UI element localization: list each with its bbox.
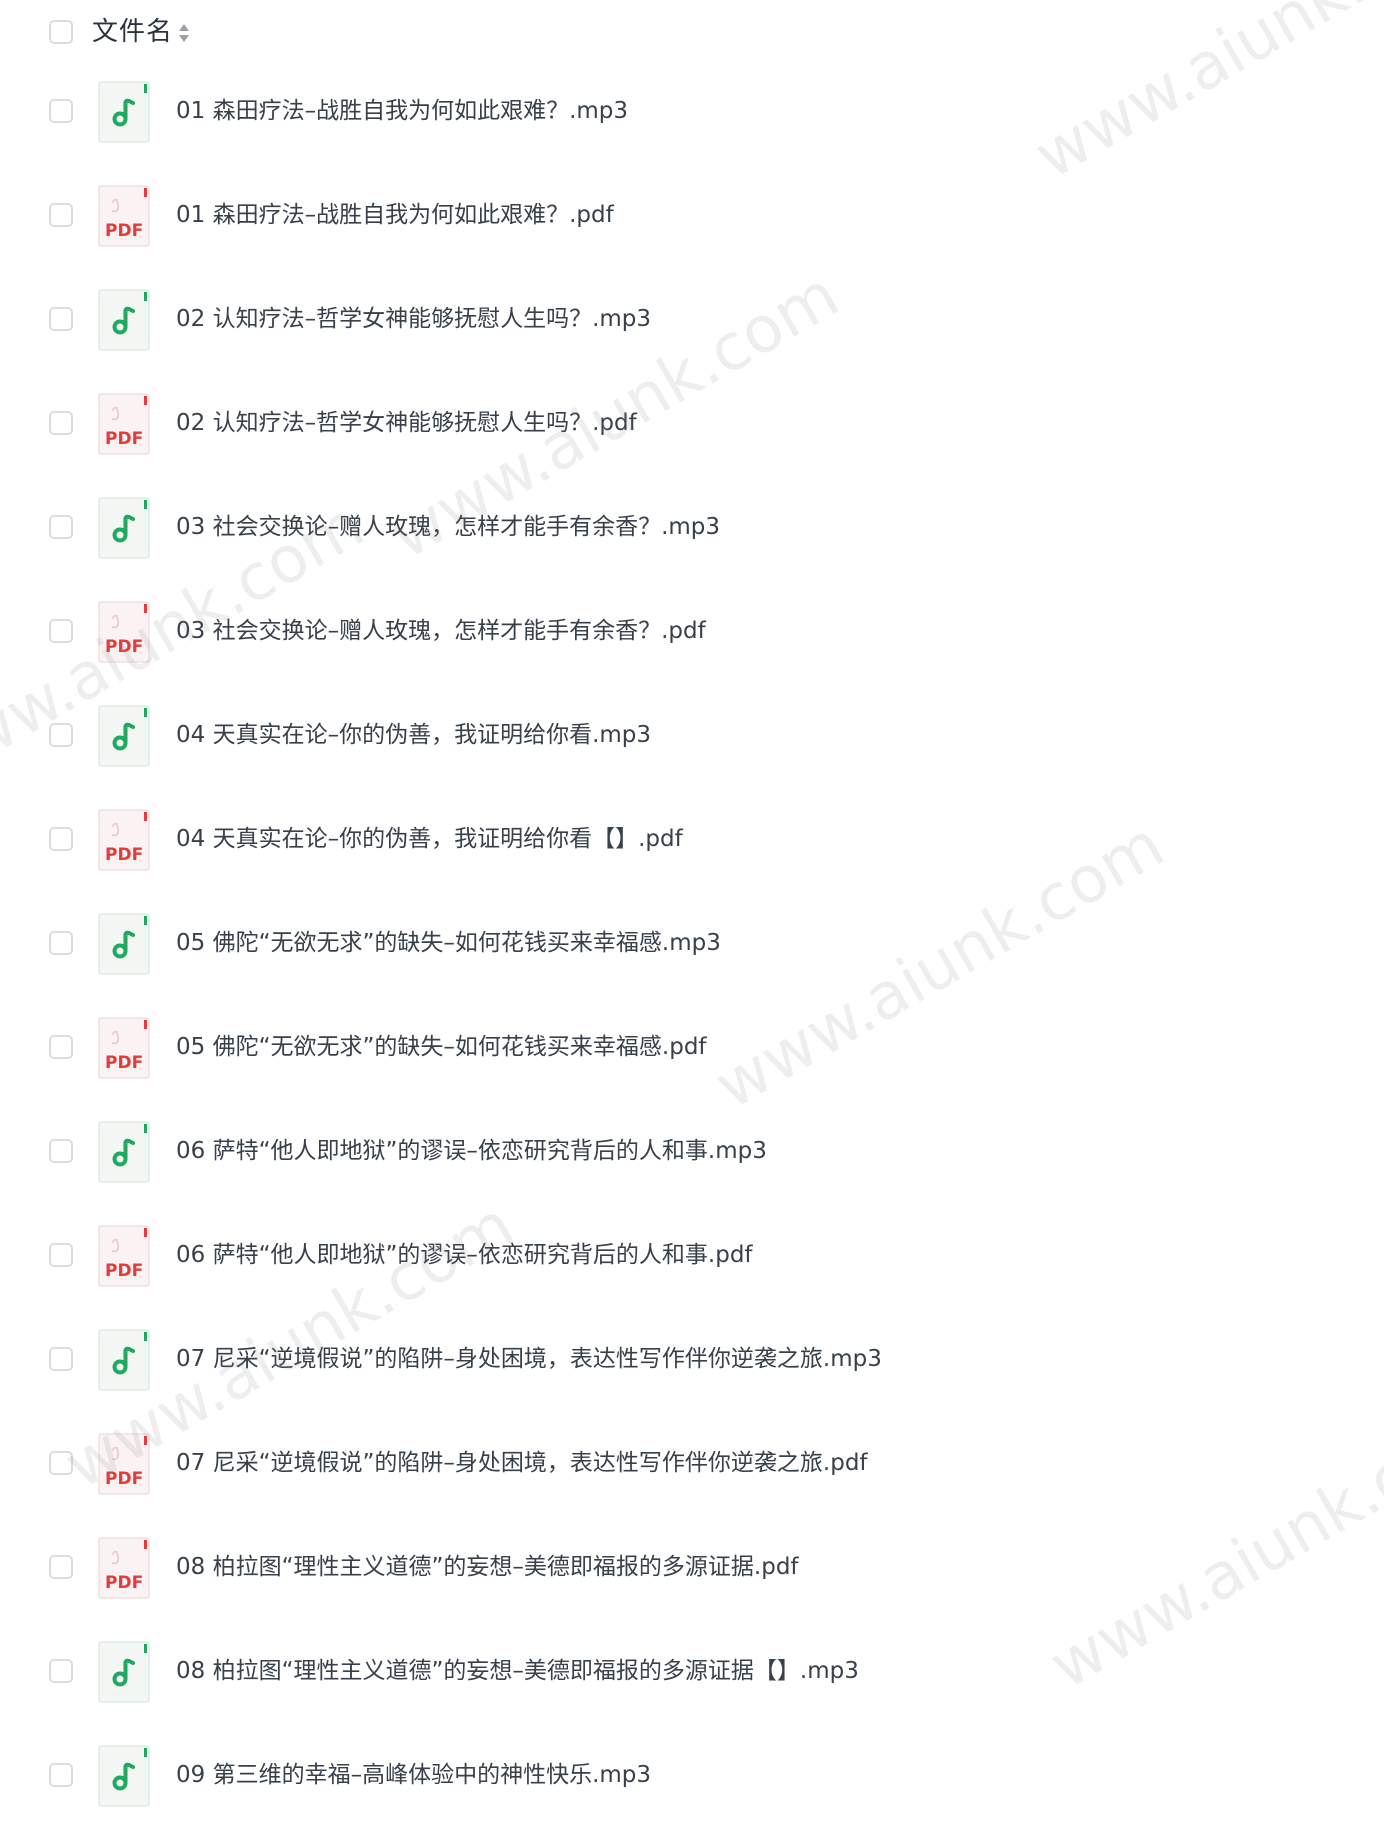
file-row[interactable]: 06 萨特“他人即地狱”的谬误–依恋研究背后的人和事.mp3 bbox=[0, 1099, 1384, 1203]
file-row[interactable]: PDF 03 社会交换论–赠人玫瑰，怎样才能手有余香？.pdf bbox=[0, 579, 1384, 683]
file-name[interactable]: 05 佛陀“无欲无求”的缺失–如何花钱买来幸福感.pdf bbox=[176, 1031, 707, 1063]
file-name[interactable]: 08 柏拉图“理性主义道德”的妄想–美德即福报的多源证据【】.mp3 bbox=[176, 1655, 859, 1687]
row-checkbox[interactable] bbox=[49, 1555, 73, 1579]
row-checkbox[interactable] bbox=[49, 1659, 73, 1683]
file-list-header: 文件名 bbox=[0, 0, 1384, 64]
pdf-file-icon: PDF bbox=[98, 601, 150, 663]
file-name[interactable]: 08 柏拉图“理性主义道德”的妄想–美德即福报的多源证据.pdf bbox=[176, 1551, 799, 1583]
file-row[interactable]: 05 佛陀“无欲无求”的缺失–如何花钱买来幸福感.mp3 bbox=[0, 891, 1384, 995]
file-name[interactable]: 06 萨特“他人即地狱”的谬误–依恋研究背后的人和事.mp3 bbox=[176, 1135, 767, 1167]
row-checkbox[interactable] bbox=[49, 1139, 73, 1163]
row-checkbox[interactable] bbox=[49, 1451, 73, 1475]
file-name[interactable]: 01 森田疗法–战胜自我为何如此艰难？.mp3 bbox=[176, 95, 628, 127]
row-checkbox[interactable] bbox=[49, 99, 73, 123]
row-checkbox[interactable] bbox=[49, 203, 73, 227]
audio-file-icon bbox=[98, 1641, 150, 1703]
svg-text:PDF: PDF bbox=[105, 1573, 143, 1593]
file-row[interactable]: PDF 07 尼采“逆境假说”的陷阱–身处困境，表达性写作伴你逆袭之旅.pdf bbox=[0, 1411, 1384, 1515]
row-checkbox[interactable] bbox=[49, 515, 73, 539]
file-name[interactable]: 07 尼采“逆境假说”的陷阱–身处困境，表达性写作伴你逆袭之旅.mp3 bbox=[176, 1343, 882, 1375]
file-row[interactable]: 01 森田疗法–战胜自我为何如此艰难？.mp3 bbox=[0, 59, 1384, 163]
audio-file-icon bbox=[98, 1329, 150, 1391]
file-name[interactable]: 03 社会交换论–赠人玫瑰，怎样才能手有余香？.pdf bbox=[176, 615, 706, 647]
pdf-file-icon: PDF bbox=[98, 1537, 150, 1599]
audio-file-icon bbox=[98, 1745, 150, 1807]
file-row[interactable]: 02 认知疗法–哲学女神能够抚慰人生吗？.mp3 bbox=[0, 267, 1384, 371]
svg-text:PDF: PDF bbox=[105, 1053, 143, 1073]
row-checkbox[interactable] bbox=[49, 931, 73, 955]
audio-file-icon bbox=[98, 913, 150, 975]
file-row[interactable]: PDF 08 柏拉图“理性主义道德”的妄想–美德即福报的多源证据.pdf bbox=[0, 1515, 1384, 1619]
svg-text:PDF: PDF bbox=[105, 845, 143, 865]
file-row[interactable]: PDF 02 认知疗法–哲学女神能够抚慰人生吗？.pdf bbox=[0, 371, 1384, 475]
audio-file-icon bbox=[98, 289, 150, 351]
file-name[interactable]: 07 尼采“逆境假说”的陷阱–身处困境，表达性写作伴你逆袭之旅.pdf bbox=[176, 1447, 868, 1479]
svg-text:PDF: PDF bbox=[105, 637, 143, 657]
file-row[interactable]: 04 天真实在论–你的伪善，我证明给你看.mp3 bbox=[0, 683, 1384, 787]
file-row[interactable]: 09 第三维的幸福–高峰体验中的神性快乐.mp3 bbox=[0, 1723, 1384, 1827]
file-name[interactable]: 02 认知疗法–哲学女神能够抚慰人生吗？.mp3 bbox=[176, 303, 651, 335]
file-name[interactable]: 04 天真实在论–你的伪善，我证明给你看.mp3 bbox=[176, 719, 651, 751]
row-checkbox[interactable] bbox=[49, 1347, 73, 1371]
file-row[interactable]: 08 柏拉图“理性主义道德”的妄想–美德即福报的多源证据【】.mp3 bbox=[0, 1619, 1384, 1723]
svg-text:PDF: PDF bbox=[105, 429, 143, 449]
svg-text:PDF: PDF bbox=[105, 221, 143, 241]
select-all-checkbox[interactable] bbox=[49, 20, 73, 44]
pdf-file-icon: PDF bbox=[98, 393, 150, 455]
pdf-file-icon: PDF bbox=[98, 1433, 150, 1495]
file-row[interactable]: PDF 06 萨特“他人即地狱”的谬误–依恋研究背后的人和事.pdf bbox=[0, 1203, 1384, 1307]
audio-file-icon bbox=[98, 1121, 150, 1183]
row-checkbox[interactable] bbox=[49, 411, 73, 435]
row-checkbox[interactable] bbox=[49, 307, 73, 331]
file-name[interactable]: 05 佛陀“无欲无求”的缺失–如何花钱买来幸福感.mp3 bbox=[176, 927, 721, 959]
file-row[interactable]: 07 尼采“逆境假说”的陷阱–身处困境，表达性写作伴你逆袭之旅.mp3 bbox=[0, 1307, 1384, 1411]
pdf-file-icon: PDF bbox=[98, 809, 150, 871]
file-name[interactable]: 03 社会交换论–赠人玫瑰，怎样才能手有余香？.mp3 bbox=[176, 511, 720, 543]
filename-column-header[interactable]: 文件名 bbox=[92, 14, 173, 50]
file-row[interactable]: PDF 04 天真实在论–你的伪善，我证明给你看【】.pdf bbox=[0, 787, 1384, 891]
audio-file-icon bbox=[98, 497, 150, 559]
row-checkbox[interactable] bbox=[49, 827, 73, 851]
file-name[interactable]: 09 第三维的幸福–高峰体验中的神性快乐.mp3 bbox=[176, 1759, 651, 1791]
file-row[interactable]: 03 社会交换论–赠人玫瑰，怎样才能手有余香？.mp3 bbox=[0, 475, 1384, 579]
file-name[interactable]: 02 认知疗法–哲学女神能够抚慰人生吗？.pdf bbox=[176, 407, 637, 439]
file-row[interactable]: PDF 01 森田疗法–战胜自我为何如此艰难？.pdf bbox=[0, 163, 1384, 267]
pdf-file-icon: PDF bbox=[98, 1017, 150, 1079]
audio-file-icon bbox=[98, 705, 150, 767]
sort-icon[interactable] bbox=[177, 21, 191, 45]
row-checkbox[interactable] bbox=[49, 1763, 73, 1787]
pdf-file-icon: PDF bbox=[98, 185, 150, 247]
file-name[interactable]: 06 萨特“他人即地狱”的谬误–依恋研究背后的人和事.pdf bbox=[176, 1239, 753, 1271]
svg-text:PDF: PDF bbox=[105, 1469, 143, 1489]
row-checkbox[interactable] bbox=[49, 1243, 73, 1267]
svg-text:PDF: PDF bbox=[105, 1261, 143, 1281]
file-name[interactable]: 04 天真实在论–你的伪善，我证明给你看【】.pdf bbox=[176, 823, 683, 855]
row-checkbox[interactable] bbox=[49, 619, 73, 643]
file-row[interactable]: PDF 05 佛陀“无欲无求”的缺失–如何花钱买来幸福感.pdf bbox=[0, 995, 1384, 1099]
row-checkbox[interactable] bbox=[49, 1035, 73, 1059]
audio-file-icon bbox=[98, 81, 150, 143]
row-checkbox[interactable] bbox=[49, 723, 73, 747]
pdf-file-icon: PDF bbox=[98, 1225, 150, 1287]
file-name[interactable]: 01 森田疗法–战胜自我为何如此艰难？.pdf bbox=[176, 199, 614, 231]
